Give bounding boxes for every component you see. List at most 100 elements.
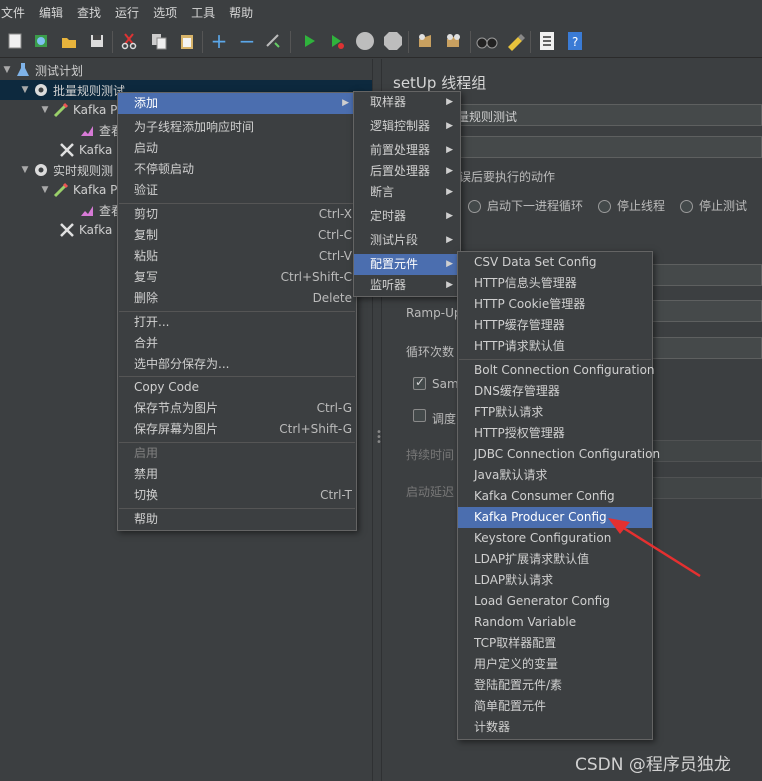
menu-item-user-defined-variables[interactable]: 用户定义的变量 xyxy=(458,654,652,675)
menu-item-kafka-consumer-config[interactable]: Kafka Consumer Config xyxy=(458,486,652,507)
templates-icon[interactable] xyxy=(30,30,52,52)
menu-item-http-cookie-manager[interactable]: HTTP Cookie管理器 xyxy=(458,294,652,315)
menu-item-timer[interactable]: 定时器 ▶ xyxy=(354,206,460,227)
duration-field[interactable] xyxy=(650,440,762,462)
splitter-grip-icon[interactable]: • • • xyxy=(376,428,382,448)
menu-item-help[interactable]: 帮助 xyxy=(118,509,356,530)
search-icon[interactable] xyxy=(476,30,498,52)
menu-help[interactable]: 帮助 xyxy=(222,0,260,26)
menu-item-listener[interactable]: 监听器 ▶ xyxy=(354,275,460,296)
menu-item-validate[interactable]: 验证 xyxy=(118,180,356,201)
menu-item-simple-config[interactable]: 简单配置元件 xyxy=(458,696,652,717)
comment-field[interactable] xyxy=(440,136,762,158)
radio-icon[interactable] xyxy=(680,200,693,213)
menu-file[interactable]: 文件 xyxy=(0,0,32,26)
menu-item-counter[interactable]: 计数器 xyxy=(458,717,652,738)
radio-icon[interactable] xyxy=(468,200,481,213)
threads-field[interactable] xyxy=(650,264,762,286)
menu-item-login-config[interactable]: 登陆配置元件/素 xyxy=(458,675,652,696)
menu-item-load-generator-config[interactable]: Load Generator Config xyxy=(458,591,652,612)
clear-all-icon[interactable] xyxy=(442,30,464,52)
chevron-down-icon[interactable]: ▼ xyxy=(38,185,52,195)
function-helper-icon[interactable] xyxy=(536,30,558,52)
menu-item-sampler[interactable]: 取样器 ▶ xyxy=(354,92,460,113)
menu-item-cut[interactable]: 剪切 Ctrl-X xyxy=(118,204,356,225)
stop-icon[interactable] xyxy=(354,30,376,52)
menu-item-delete[interactable]: 删除 Delete xyxy=(118,288,356,309)
menu-item-tcp-sampler-config[interactable]: TCP取样器配置 xyxy=(458,633,652,654)
menu-item-duplicate[interactable]: 复写 Ctrl+Shift-C xyxy=(118,267,356,288)
menu-options[interactable]: 选项 xyxy=(146,0,184,26)
delay-field[interactable] xyxy=(650,477,762,499)
new-icon[interactable] xyxy=(4,30,26,52)
start-icon[interactable] xyxy=(298,30,320,52)
radio-stop-test[interactable]: 停止测试 xyxy=(680,197,747,214)
help-icon[interactable]: ? xyxy=(564,30,586,52)
scheduler-checkbox[interactable] xyxy=(413,409,426,422)
tree-item-test-plan[interactable]: ▼ 测试计划 xyxy=(0,60,83,80)
menu-item-disable[interactable]: 禁用 xyxy=(118,464,356,485)
menu-item-merge[interactable]: 合并 xyxy=(118,333,356,354)
menu-item-start[interactable]: 启动 xyxy=(118,138,356,159)
menu-item-jdbc-connection[interactable]: JDBC Connection Configuration xyxy=(458,444,660,465)
chevron-down-icon[interactable]: ▼ xyxy=(18,85,32,95)
chevron-down-icon[interactable]: ▼ xyxy=(18,165,32,175)
copy-icon[interactable] xyxy=(148,30,170,52)
start-no-pause-icon[interactable] xyxy=(326,30,348,52)
menu-item-copy[interactable]: 复制 Ctrl-C xyxy=(118,225,356,246)
tree-item-kafka-config[interactable]: Kafka P xyxy=(58,140,123,160)
cut-icon[interactable] xyxy=(118,30,140,52)
menu-item-save-screen-image[interactable]: 保存屏幕为图片 Ctrl+Shift-G xyxy=(118,419,356,440)
chevron-down-icon[interactable]: ▼ xyxy=(38,105,52,115)
clear-icon[interactable] xyxy=(414,30,436,52)
menu-item-random-variable[interactable]: Random Variable xyxy=(458,612,652,633)
loop-field[interactable] xyxy=(650,337,762,359)
menu-item-assertion[interactable]: 断言 ▶ xyxy=(354,182,460,203)
tree-item-realtime-rule-test[interactable]: ▼ 实时规则测 xyxy=(18,160,113,180)
menu-item-paste[interactable]: 粘贴 Ctrl-V xyxy=(118,246,356,267)
paste-icon[interactable] xyxy=(176,30,198,52)
menu-item-pre-processor[interactable]: 前置处理器 ▶ xyxy=(354,140,460,161)
menu-item-post-processor[interactable]: 后置处理器 ▶ xyxy=(354,161,460,182)
tree-item-kafka-sampler-2[interactable]: ▼ Kafka P xyxy=(38,180,117,200)
menu-item-bolt-connection[interactable]: Bolt Connection Configuration xyxy=(458,360,655,381)
same-user-checkbox[interactable] xyxy=(413,375,426,390)
radio-stop-thread[interactable]: 停止线程 xyxy=(598,197,665,214)
reset-search-icon[interactable] xyxy=(504,30,526,52)
menu-item-add[interactable]: 添加 ▶ xyxy=(118,93,356,114)
menu-item-test-fragment[interactable]: 测试片段 ▶ xyxy=(354,230,460,251)
menu-item-save-node-image[interactable]: 保存节点为图片 Ctrl-G xyxy=(118,398,356,419)
menu-item-logic-controller[interactable]: 逻辑控制器 ▶ xyxy=(354,116,460,137)
expand-icon[interactable]: + xyxy=(208,29,230,53)
menu-item-ftp-defaults[interactable]: FTP默认请求 xyxy=(458,402,652,423)
menu-item-http-header-manager[interactable]: HTTP信息头管理器 xyxy=(458,273,652,294)
menu-item-open[interactable]: 打开... xyxy=(118,312,356,333)
menu-tools[interactable]: 工具 xyxy=(184,0,222,26)
menu-edit[interactable]: 编辑 xyxy=(32,0,70,26)
menu-item-http-auth-manager[interactable]: HTTP授权管理器 xyxy=(458,423,652,444)
toggle-icon[interactable] xyxy=(262,30,284,52)
menu-item-java-defaults[interactable]: Java默认请求 xyxy=(458,465,652,486)
menu-item-save-selection[interactable]: 选中部分保存为... xyxy=(118,354,356,375)
rampup-field[interactable] xyxy=(650,300,762,322)
menu-item-copy-code[interactable]: Copy Code xyxy=(118,377,356,398)
tree-item-kafka-sampler[interactable]: ▼ Kafka P xyxy=(38,100,117,120)
radio-icon[interactable] xyxy=(598,200,611,213)
menu-item-config-element[interactable]: 配置元件 ▶ xyxy=(354,254,460,275)
radio-next-loop[interactable]: 启动下一进程循环 xyxy=(468,197,583,214)
save-icon[interactable] xyxy=(86,30,108,52)
menu-run[interactable]: 运行 xyxy=(108,0,146,26)
menu-item-add-think-time[interactable]: 为子线程添加响应时间 xyxy=(118,117,356,138)
menu-item-start-no-pause[interactable]: 不停顿启动 xyxy=(118,159,356,180)
open-icon[interactable] xyxy=(58,30,80,52)
collapse-icon[interactable]: − xyxy=(236,29,258,53)
menu-item-dns-cache-manager[interactable]: DNS缓存管理器 xyxy=(458,381,652,402)
tree-item-kafka-config-2[interactable]: Kafka P xyxy=(58,220,123,240)
menu-item-http-request-defaults[interactable]: HTTP请求默认值 xyxy=(458,336,652,357)
menu-item-toggle[interactable]: 切换 Ctrl-T xyxy=(118,485,356,506)
menu-search[interactable]: 查找 xyxy=(70,0,108,26)
shutdown-icon[interactable] xyxy=(382,30,404,52)
menu-item-http-cache-manager[interactable]: HTTP缓存管理器 xyxy=(458,315,652,336)
chevron-down-icon[interactable]: ▼ xyxy=(0,65,14,75)
name-field[interactable]: 量规则测试 xyxy=(440,104,762,126)
